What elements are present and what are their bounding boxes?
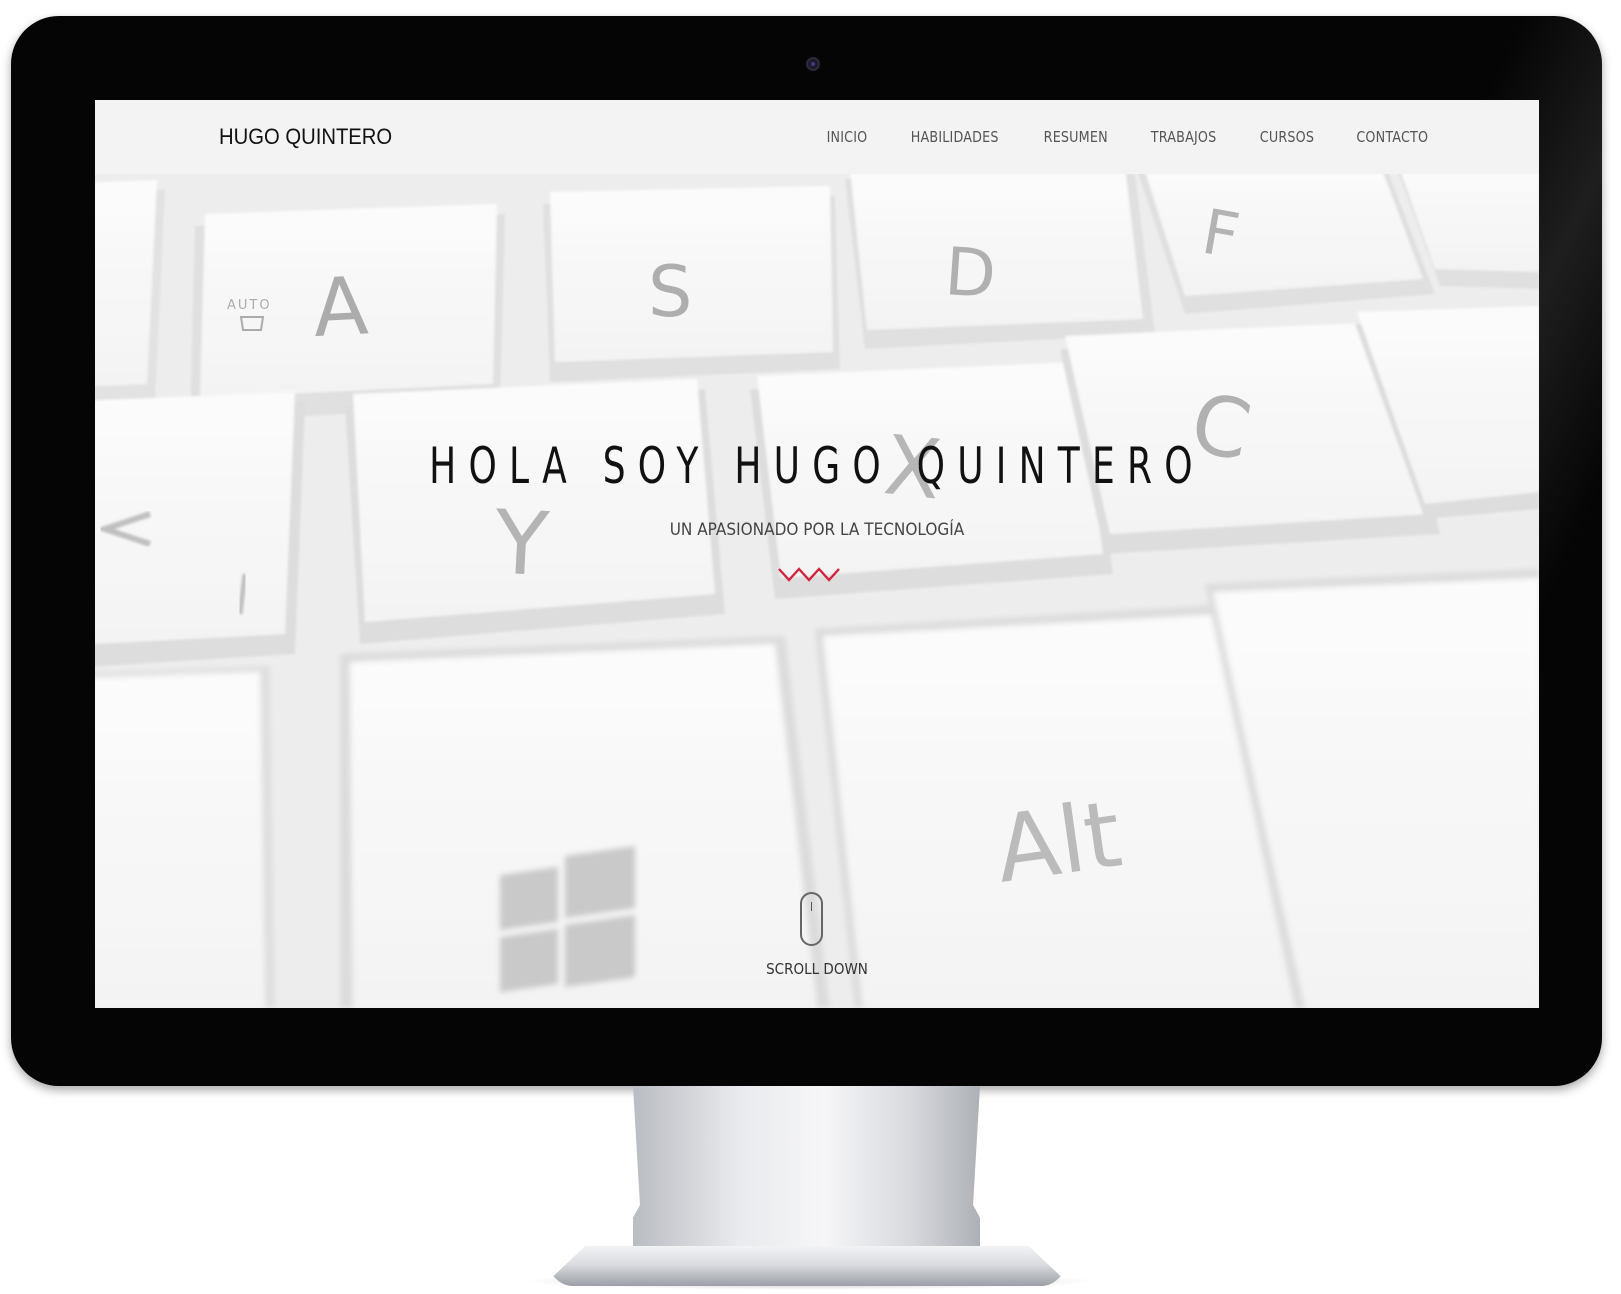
nav-item-resumen[interactable]: RESUMEN	[1044, 128, 1108, 146]
hero-section: A AUTO S D F C X Y Alt HOLA SOY HUGO QUI…	[95, 174, 1539, 1008]
nav-item-inicio[interactable]: INICIO	[826, 128, 867, 146]
monitor-stand-base	[543, 1246, 1071, 1286]
hero-title: HOLA SOY HUGO QUINTERO	[429, 437, 1205, 495]
nav-menu: INICIO HABILIDADES RESUMEN TRABAJOS CURS…	[823, 128, 1435, 146]
nav-item-contacto[interactable]: CONTACTO	[1357, 128, 1429, 146]
scroll-down-link[interactable]: SCROLL DOWN	[167, 960, 1467, 978]
navbar: HUGO QUINTERO INICIO HABILIDADES RESUMEN…	[95, 100, 1539, 174]
camera-icon	[806, 57, 820, 71]
screen: HUGO QUINTERO INICIO HABILIDADES RESUMEN…	[95, 100, 1539, 1008]
monitor-frame: HUGO QUINTERO INICIO HABILIDADES RESUMEN…	[11, 16, 1602, 1086]
mouse-icon[interactable]	[800, 892, 823, 946]
brand-logo[interactable]: HUGO QUINTERO	[219, 124, 392, 150]
keyboard-background-image: A AUTO S D F C X Y Alt	[95, 174, 1539, 1008]
hero-subtitle: UN APASIONADO POR LA TECNOLOGÍA	[669, 520, 965, 540]
zigzag-icon	[778, 567, 840, 582]
nav-item-cursos[interactable]: CURSOS	[1259, 128, 1313, 146]
monitor-stand	[633, 1086, 980, 1256]
nav-item-trabajos[interactable]: TRABAJOS	[1151, 128, 1217, 146]
nav-item-habilidades[interactable]: HABILIDADES	[910, 128, 998, 146]
